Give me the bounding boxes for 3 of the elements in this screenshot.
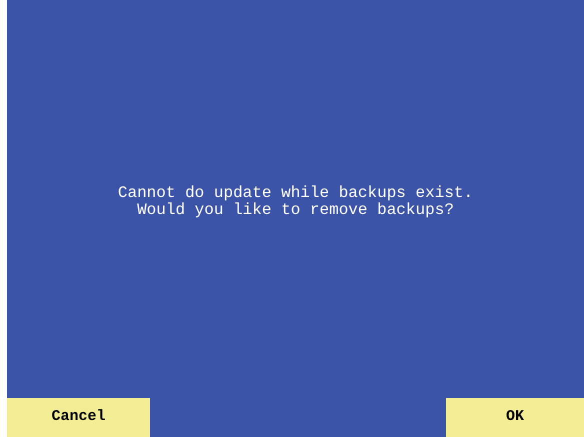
message-text: Cannot do update while backups exist. Would you like to remove backups? [118, 185, 474, 219]
ok-button[interactable]: OK [446, 398, 584, 437]
cancel-button[interactable]: Cancel [7, 398, 150, 437]
